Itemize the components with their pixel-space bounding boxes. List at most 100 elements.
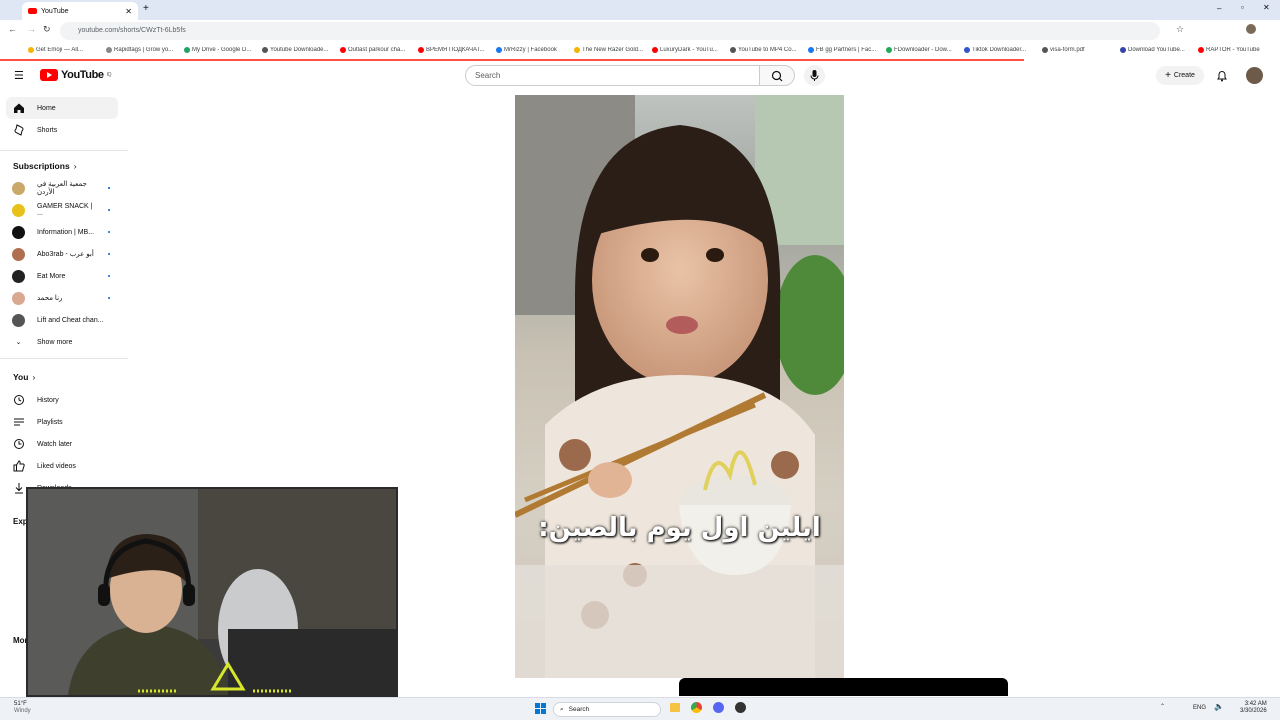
channel-avatar: [12, 269, 25, 283]
close-tab-icon[interactable]: ✕: [125, 7, 132, 16]
shorts-video-player[interactable]: ايلين اول يوم بالصين:: [515, 95, 844, 678]
bookmark-item[interactable]: The New Razer Gold...: [574, 47, 652, 53]
channel-avatar: [12, 225, 25, 239]
bookmark-item[interactable]: ВРЕМЯ ПОДКАЧАТ...: [418, 47, 496, 53]
downloads-icon: [12, 482, 25, 495]
new-content-dot: [108, 231, 110, 233]
subscription-label: Abo3rab - أبو عرب: [37, 251, 94, 258]
back-icon[interactable]: ←: [8, 24, 17, 34]
subscriptions-heading[interactable]: Subscriptions ›: [13, 161, 77, 171]
minimize-icon[interactable]: –: [1217, 4, 1221, 13]
new-content-dot: [108, 253, 110, 255]
sidebar-item-playlists[interactable]: Playlists: [6, 411, 118, 433]
subscriptions-title: Subscriptions: [13, 161, 70, 171]
new-tab-icon[interactable]: +: [143, 3, 149, 14]
bookmark-favicon-icon: [106, 47, 112, 53]
channel-avatar: [12, 181, 25, 195]
bookmark-label: Tiktok Downloader...: [972, 47, 1027, 53]
bookmark-favicon-icon: [184, 47, 190, 53]
profile-avatar[interactable]: [1246, 24, 1256, 34]
app-icon[interactable]: [735, 702, 746, 713]
bookmark-item[interactable]: MrRizzy | Facebook: [496, 47, 574, 53]
bookmark-favicon-icon: [964, 47, 970, 53]
bookmark-star-icon[interactable]: ☆: [1176, 24, 1184, 35]
playlists-icon: [12, 416, 25, 429]
sidebar-item-history[interactable]: History: [6, 389, 118, 411]
sidebar-item-shorts[interactable]: Shorts: [6, 119, 118, 141]
clock-time: 3:42 AM: [1244, 701, 1267, 707]
youtube-header: ☰ YouTube IQ Search + Create: [0, 61, 1280, 91]
language-indicator[interactable]: ENG: [1193, 705, 1206, 711]
bookmark-label: MrRizzy | Facebook: [504, 47, 557, 53]
bookmark-item[interactable]: My Drive - Google D...: [184, 47, 262, 53]
sidebar-item-label: Liked videos: [37, 462, 76, 470]
bookmark-item[interactable]: visa-form.pdf: [1042, 47, 1120, 53]
subscription-item[interactable]: Eat More: [6, 265, 118, 287]
bookmark-item[interactable]: FDownloader - Dow...: [886, 47, 964, 53]
tray-chevron-icon[interactable]: ⌃: [1160, 703, 1165, 710]
bookmark-item[interactable]: RAPTOR - YouTube: [1198, 47, 1276, 53]
bookmark-item[interactable]: Rapidtags | Grow yo...: [106, 47, 184, 53]
volume-icon[interactable]: 🔈: [1214, 702, 1224, 711]
sidebar-item-label: Playlists: [37, 418, 63, 426]
chrome-icon[interactable]: [691, 702, 702, 713]
voice-search-button[interactable]: [804, 65, 825, 86]
search-placeholder: Search: [475, 71, 501, 80]
notifications-bell-icon[interactable]: [1215, 69, 1229, 83]
maximize-icon[interactable]: ▫: [1241, 3, 1244, 12]
clock[interactable]: 3:42 AM 3/30/2026: [1240, 701, 1267, 715]
forward-icon[interactable]: →: [27, 24, 36, 34]
bookmark-favicon-icon: [418, 47, 424, 53]
bookmark-item[interactable]: Download YouTube...: [1120, 47, 1198, 53]
chevron-down-icon: ⌄: [15, 339, 22, 346]
search-input[interactable]: Search: [465, 65, 760, 86]
bookmark-item[interactable]: FB gg Partners | Fac...: [808, 47, 886, 53]
chevron-right-icon: ›: [73, 161, 77, 171]
subscription-item[interactable]: Information | MB...: [6, 221, 118, 243]
bookmark-item[interactable]: Tiktok Downloader...: [964, 47, 1042, 53]
file-explorer-icon[interactable]: [670, 703, 680, 712]
sidebar-item-liked-videos[interactable]: Liked videos: [6, 455, 118, 477]
weather-widget[interactable]: 51°F Windy: [14, 701, 31, 715]
bookmark-label: YouTube to MP4 Co...: [738, 47, 797, 53]
discord-icon[interactable]: [713, 702, 724, 713]
bookmark-item[interactable]: LuxuryDark - YouTu...: [652, 47, 730, 53]
bookmark-item[interactable]: Youtube Downloade...: [262, 47, 340, 53]
channel-avatar: [12, 203, 25, 217]
taskbar-search[interactable]: ⌕ Search: [553, 702, 661, 717]
sidebar-divider: [0, 150, 128, 151]
new-content-dot: [108, 209, 110, 211]
bookmark-item[interactable]: Outlast parkour cha...: [340, 47, 418, 53]
subscription-item[interactable]: Abo3rab - أبو عرب: [6, 243, 118, 265]
clock-date: 3/30/2026: [1240, 708, 1267, 714]
bookmark-favicon-icon: [496, 47, 502, 53]
address-bar[interactable]: youtube.com/shorts/CWzTt-6Lb5fs: [60, 22, 1160, 40]
menu-icon[interactable]: ☰: [14, 69, 24, 82]
subscription-label: Lift and Cheat chan...: [37, 316, 104, 324]
sidebar-item-watch-later[interactable]: Watch later: [6, 433, 118, 455]
search-button[interactable]: [760, 65, 795, 86]
bookmark-label: The New Razer Gold...: [582, 47, 644, 53]
reload-icon[interactable]: ↻: [43, 24, 51, 35]
windows-start-icon[interactable]: [535, 703, 546, 714]
subscription-item[interactable]: رنا محمد: [6, 287, 118, 309]
show-more-button[interactable]: ⌄ Show more: [6, 331, 118, 353]
you-title: You: [13, 372, 29, 382]
bookmark-label: Rapidtags | Grow yo...: [114, 47, 174, 53]
account-avatar[interactable]: [1246, 67, 1263, 84]
youtube-logo[interactable]: YouTube IQ: [40, 69, 112, 81]
subscription-item[interactable]: جمعية العربية في الأردن: [6, 177, 118, 199]
subscription-item[interactable]: GAMER SNACK | ...: [6, 199, 118, 221]
sidebar-item-home[interactable]: Home: [6, 97, 118, 119]
bookmark-item[interactable]: YouTube to MP4 Co...: [730, 47, 808, 53]
sidebar-item-label: Shorts: [37, 126, 58, 134]
logo-text: YouTube: [61, 69, 104, 81]
you-heading[interactable]: You ›: [13, 372, 35, 382]
bookmark-label: ВРЕМЯ ПОДКАЧАТ...: [426, 47, 485, 53]
create-button[interactable]: + Create: [1156, 66, 1204, 85]
sidebar-divider: [0, 358, 128, 359]
close-window-icon[interactable]: ✕: [1263, 3, 1270, 12]
subscription-item[interactable]: Lift and Cheat chan...: [6, 309, 118, 331]
bookmark-item[interactable]: Get Emoji — All...: [28, 47, 106, 53]
browser-tab[interactable]: YouTube ✕: [22, 2, 138, 20]
